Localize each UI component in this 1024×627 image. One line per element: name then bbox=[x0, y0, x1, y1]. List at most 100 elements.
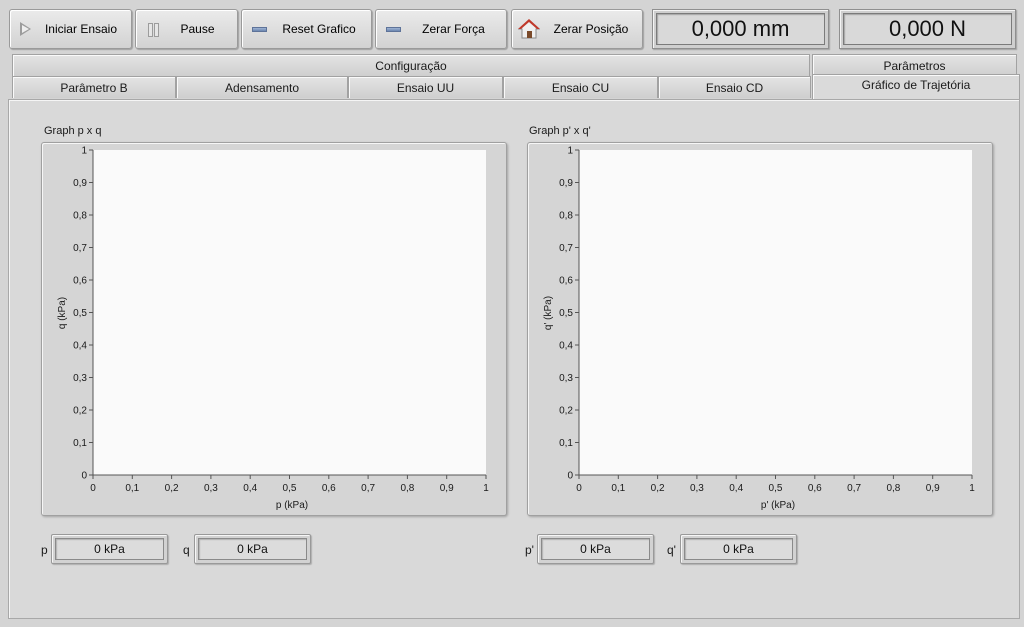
graph-pq-prime-ylabel: q' (kPa) bbox=[543, 296, 554, 330]
reset-graph-label: Reset Grafico bbox=[282, 22, 356, 36]
indicator-p-label: p bbox=[41, 543, 48, 557]
reset-graph-button[interactable]: Reset Grafico bbox=[241, 9, 372, 49]
x-tick-label: 0 bbox=[90, 483, 96, 494]
tab-grafico-trajetoria[interactable]: Gráfico de Trajetória bbox=[812, 74, 1020, 99]
x-tick-label: 1 bbox=[969, 483, 975, 494]
y-tick-label: 0,1 bbox=[73, 438, 87, 449]
y-tick-label: 0,2 bbox=[559, 406, 573, 417]
indicator-q-prime-value: 0 kPa bbox=[684, 538, 793, 560]
indicator-p: 0 kPa bbox=[51, 534, 168, 564]
tab-ensaio-cd[interactable]: Ensaio CD bbox=[658, 76, 811, 98]
tab-parametro-b-label: Parâmetro B bbox=[60, 80, 128, 95]
graph-pq-plot-area[interactable] bbox=[93, 150, 486, 475]
tab-adensamento-label: Adensamento bbox=[224, 80, 300, 95]
pause-label: Pause bbox=[180, 22, 215, 36]
y-tick-label: 0,4 bbox=[73, 341, 87, 352]
x-tick-label: 0,2 bbox=[165, 483, 179, 494]
graph-pq-prime-plot-area[interactable] bbox=[579, 150, 972, 475]
graph-pq-prime[interactable]: 0 0,1 0,2 0,3 0,4 0,5 0,6 0,7 0,8 0,9 1 0 0,1 0,2 0,3… bbox=[527, 142, 993, 516]
indicator-q-label: q bbox=[183, 543, 190, 557]
y-tick-label: 0,6 bbox=[559, 276, 573, 287]
tab-ensaio-uu[interactable]: Ensaio UU bbox=[348, 76, 503, 98]
x-tick-label: 0,3 bbox=[690, 483, 704, 494]
x-tick-label: 0,5 bbox=[283, 483, 297, 494]
x-tick-label: 0,3 bbox=[204, 483, 218, 494]
y-tick-label: 0,7 bbox=[559, 243, 573, 254]
y-tick-label: 0,3 bbox=[559, 373, 573, 384]
zero-force-label: Zerar Força bbox=[422, 22, 485, 36]
graph-pq-prime-svg: 0 0,1 0,2 0,3 0,4 0,5 0,6 0,7 0,8 0,9 1 0 0,1 0,2 0,3… bbox=[543, 146, 975, 512]
y-tick-label: 0,5 bbox=[73, 308, 87, 319]
y-tick-label: 0,5 bbox=[559, 308, 573, 319]
indicator-q-prime: 0 kPa bbox=[680, 534, 797, 564]
tab-parametros[interactable]: Parâmetros bbox=[812, 54, 1017, 76]
pause-icon bbox=[148, 23, 159, 37]
x-tick-label: 0,9 bbox=[440, 483, 454, 494]
zero-force-icon bbox=[386, 26, 401, 32]
tab-adensamento[interactable]: Adensamento bbox=[176, 76, 348, 98]
tab-ensaio-cd-label: Ensaio CD bbox=[705, 80, 764, 95]
y-tick-label: 0,9 bbox=[73, 178, 87, 189]
x-tick-label: 0,1 bbox=[611, 483, 625, 494]
y-tick-label: 0,2 bbox=[73, 406, 87, 417]
y-tick-label: 0,6 bbox=[73, 276, 87, 287]
start-test-button[interactable]: Iniciar Ensaio bbox=[9, 9, 132, 49]
force-value: 0,000 N bbox=[843, 13, 1012, 45]
x-tick-label: 0,7 bbox=[361, 483, 375, 494]
indicator-q-prime-label: q' bbox=[667, 543, 676, 557]
tab-grafico-trajetoria-label: Gráfico de Trajetória bbox=[861, 78, 971, 92]
graph-pq[interactable]: 0 0,1 0,2 0,3 0,4 0,5 0,6 0,7 0,8 0,9 1 0 0,1 0,2 0,3… bbox=[41, 142, 507, 516]
zero-force-button[interactable]: Zerar Força bbox=[375, 9, 507, 49]
graph-pq-ylabel: q (kPa) bbox=[57, 297, 68, 329]
tab-configuracao-label: Configuração bbox=[375, 58, 447, 73]
graph-pq-prime-xlabel: p' (kPa) bbox=[761, 500, 795, 511]
indicator-p-prime: 0 kPa bbox=[537, 534, 654, 564]
displacement-value: 0,000 mm bbox=[656, 13, 825, 45]
tab-parametro-b[interactable]: Parâmetro B bbox=[12, 76, 176, 98]
tab-ensaio-cu-label: Ensaio CU bbox=[551, 80, 610, 95]
y-tick-label: 0 bbox=[567, 471, 573, 482]
tab-configuracao[interactable]: Configuração bbox=[12, 54, 810, 76]
reset-graph-icon bbox=[252, 26, 267, 32]
y-tick-label: 0,9 bbox=[559, 178, 573, 189]
indicator-q-value: 0 kPa bbox=[198, 538, 307, 560]
tab-ensaio-uu-label: Ensaio UU bbox=[396, 80, 455, 95]
x-tick-label: 0,8 bbox=[400, 483, 414, 494]
play-icon bbox=[20, 22, 31, 36]
x-tick-label: 0,2 bbox=[651, 483, 665, 494]
displacement-display: 0,000 mm bbox=[652, 9, 829, 49]
graph-pq-prime-caption: Graph p' x q' bbox=[529, 125, 591, 137]
x-tick-label: 0,6 bbox=[808, 483, 822, 494]
zero-position-label: Zerar Posição bbox=[553, 22, 629, 36]
y-tick-label: 1 bbox=[81, 146, 87, 157]
y-tick-label: 0,4 bbox=[559, 341, 573, 352]
graph-pq-caption: Graph p x q bbox=[44, 125, 102, 137]
x-tick-label: 0,6 bbox=[322, 483, 336, 494]
x-tick-label: 0,4 bbox=[243, 483, 257, 494]
x-tick-label: 0,5 bbox=[769, 483, 783, 494]
y-tick-label: 0,8 bbox=[559, 211, 573, 222]
home-icon bbox=[518, 19, 540, 39]
pause-button[interactable]: Pause bbox=[135, 9, 238, 49]
x-tick-label: 0,7 bbox=[847, 483, 861, 494]
tab-ensaio-cu[interactable]: Ensaio CU bbox=[503, 76, 658, 98]
indicator-p-prime-label: p' bbox=[525, 543, 534, 557]
start-test-label: Iniciar Ensaio bbox=[44, 22, 118, 36]
indicator-p-value: 0 kPa bbox=[55, 538, 164, 560]
y-tick-label: 0,3 bbox=[73, 373, 87, 384]
tab-parametros-label: Parâmetros bbox=[883, 58, 946, 73]
x-tick-label: 0,1 bbox=[125, 483, 139, 494]
x-tick-label: 0,9 bbox=[926, 483, 940, 494]
x-tick-label: 0,8 bbox=[886, 483, 900, 494]
y-tick-label: 1 bbox=[567, 146, 573, 157]
y-tick-label: 0 bbox=[81, 471, 87, 482]
y-tick-label: 0,7 bbox=[73, 243, 87, 254]
x-tick-label: 0,4 bbox=[729, 483, 743, 494]
indicator-p-prime-value: 0 kPa bbox=[541, 538, 650, 560]
x-tick-label: 1 bbox=[483, 483, 489, 494]
y-tick-label: 0,1 bbox=[559, 438, 573, 449]
zero-position-button[interactable]: Zerar Posição bbox=[511, 9, 643, 49]
indicator-q: 0 kPa bbox=[194, 534, 311, 564]
graph-pq-svg: 0 0,1 0,2 0,3 0,4 0,5 0,6 0,7 0,8 0,9 1 0 0,1 0,2 0,3… bbox=[57, 146, 489, 512]
force-display: 0,000 N bbox=[839, 9, 1016, 49]
